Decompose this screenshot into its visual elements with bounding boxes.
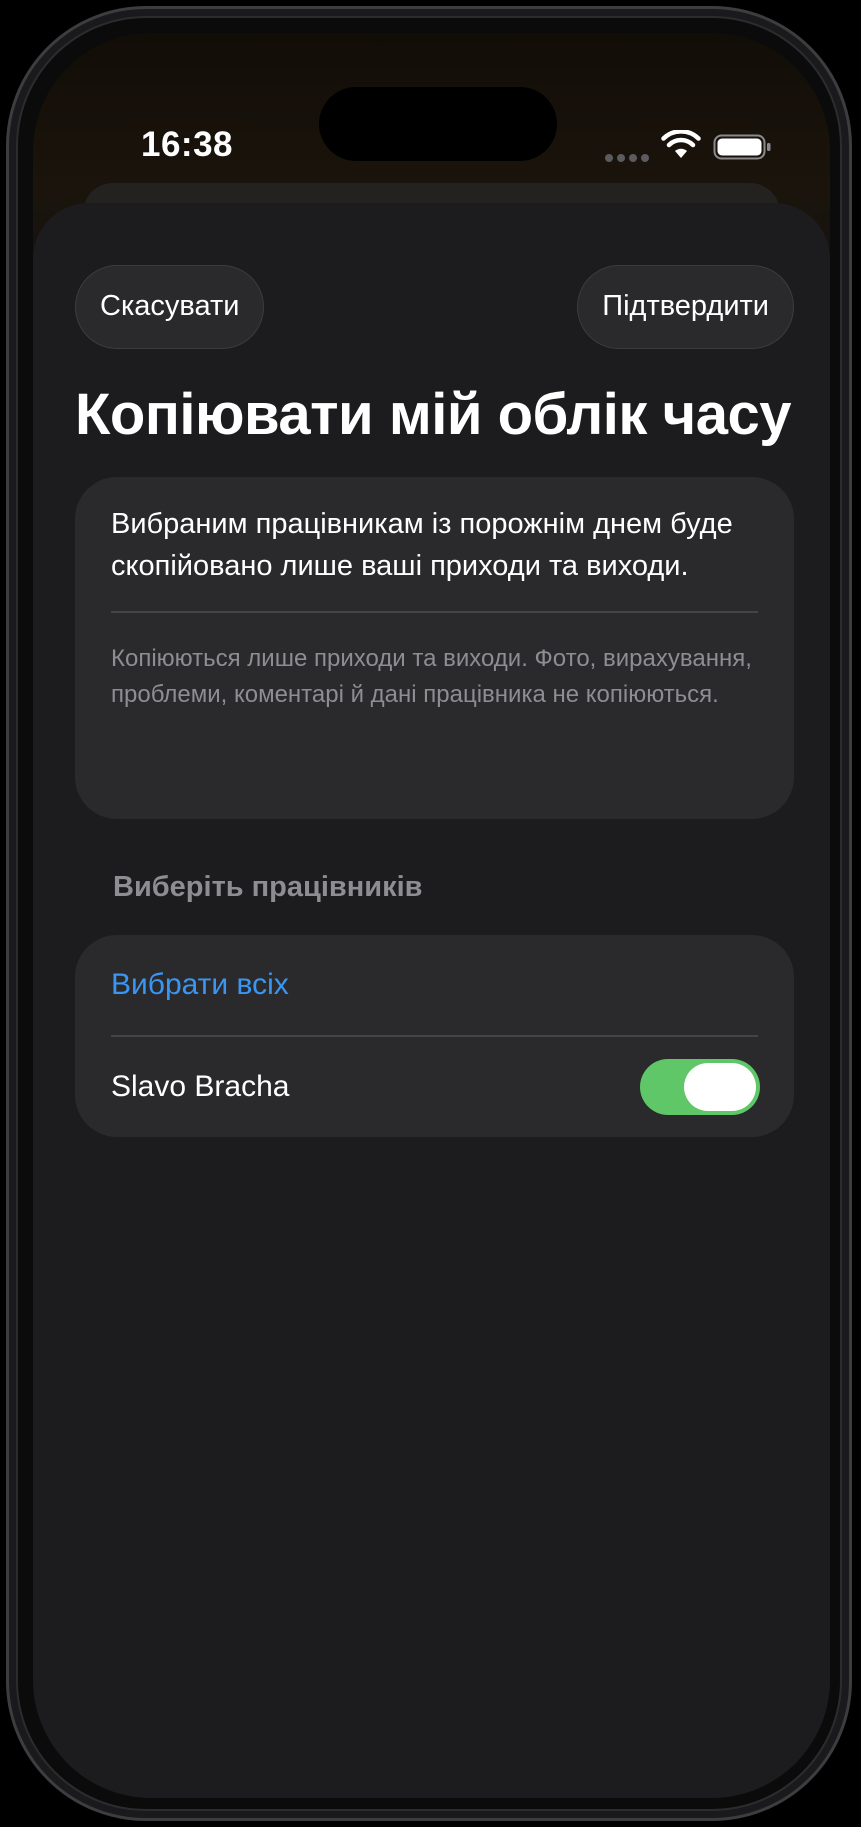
info-description: Вибраним працівникам із порожнім днем бу… bbox=[111, 508, 733, 582]
dynamic-island bbox=[319, 87, 557, 161]
select-all-button[interactable]: Вибрати всіх bbox=[111, 968, 289, 1002]
divider bbox=[111, 611, 758, 613]
employee-toggle[interactable] bbox=[640, 1058, 760, 1115]
status-time: 16:38 bbox=[141, 125, 234, 164]
page-title: Копіювати мій облік часу bbox=[75, 382, 791, 447]
cellular-signal-icon bbox=[605, 154, 649, 162]
section-header-employees: Виберіть працівників bbox=[113, 871, 423, 903]
info-card: Вибраним працівникам із порожнім днем бу… bbox=[75, 477, 794, 819]
device-frame: 16:38 Скасувати Підтвердити Копіювати мі… bbox=[6, 6, 852, 1821]
select-all-row[interactable]: Вибрати всіх bbox=[111, 935, 758, 1035]
copy-time-sheet: Скасувати Підтвердити Копіювати мій облі… bbox=[33, 203, 830, 1798]
cancel-button[interactable]: Скасувати bbox=[75, 265, 265, 349]
info-note: Копіюються лише приходи та виходи. Фото,… bbox=[111, 644, 752, 708]
employee-list: Вибрати всіх Slavo Bracha bbox=[75, 935, 794, 1137]
screen: 16:38 Скасувати Підтвердити Копіювати мі… bbox=[33, 33, 830, 1798]
wifi-icon bbox=[661, 130, 701, 158]
toggle-knob bbox=[684, 1062, 756, 1111]
status-bar: 16:38 bbox=[33, 33, 830, 183]
employee-name: Slavo Bracha bbox=[111, 1069, 290, 1103]
battery-icon bbox=[713, 134, 771, 160]
confirm-button[interactable]: Підтвердити bbox=[577, 265, 794, 349]
list-item[interactable]: Slavo Bracha bbox=[111, 1037, 760, 1137]
